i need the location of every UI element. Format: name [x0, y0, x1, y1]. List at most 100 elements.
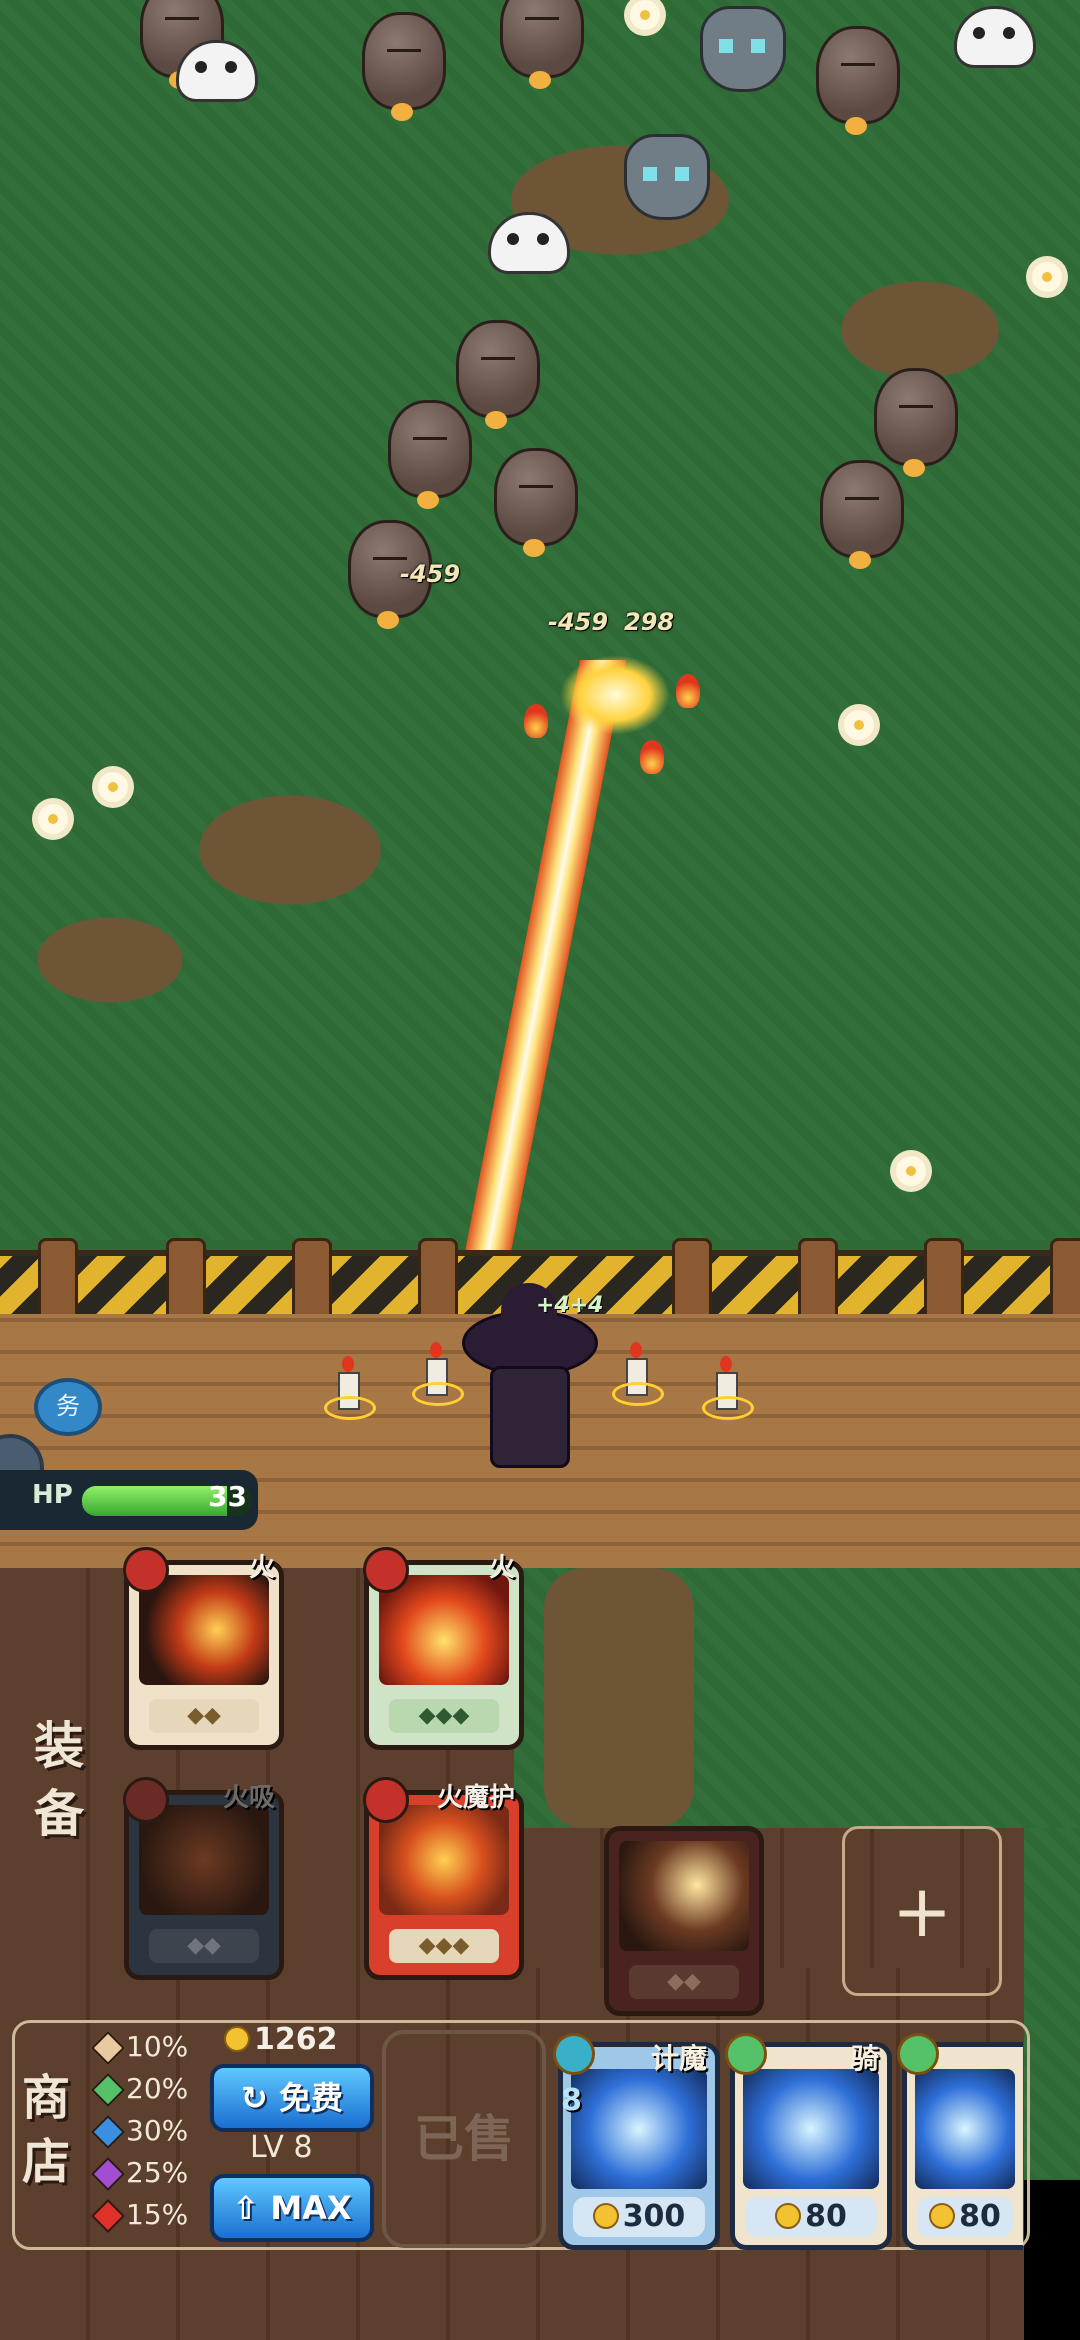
card-stars: ◆◆◆: [389, 1929, 499, 1963]
shop-level: LV 8: [250, 2130, 313, 2165]
upgrade-label: MAX: [270, 2189, 352, 2227]
enemy-cat: [700, 6, 786, 92]
enemy-ghost: [954, 6, 1036, 68]
fire-icon: [123, 1547, 169, 1593]
candle: [324, 1356, 376, 1420]
coin-icon: [775, 2203, 802, 2229]
rate-row: 20%: [91, 2068, 202, 2110]
fire-effect: [640, 740, 664, 774]
flower: [1032, 262, 1062, 292]
card-stars: ◆◆: [149, 1699, 259, 1733]
coin-icon: [224, 2026, 250, 2052]
equipment-title: 装备: [34, 1717, 84, 1843]
grass-strip: [1024, 1828, 1080, 2178]
card-stars: ◆◆: [149, 1929, 259, 1963]
rate-value: 10%: [126, 2030, 189, 2063]
item-level: 8: [561, 2083, 582, 2118]
equipment-card[interactable]: ◆◆: [604, 1826, 764, 2016]
rate-value: 30%: [126, 2114, 189, 2147]
rate-value: 25%: [126, 2156, 189, 2189]
card-name: 火: [248, 1553, 275, 1583]
card-stars: ◆◆◆: [389, 1699, 499, 1733]
equipment-card[interactable]: 火魔护 ◆◆◆: [363, 1777, 524, 1980]
fire-effect: [676, 674, 700, 708]
price-value: 300: [622, 2199, 686, 2234]
item-price[interactable]: 80: [745, 2197, 877, 2237]
enemy-sack-monster: [816, 26, 900, 135]
equipment-card[interactable]: 火 ◆◆◆: [363, 1547, 524, 1750]
ice-weapon-art: [915, 2069, 1015, 2189]
fire-effect: [524, 704, 548, 738]
damage-number: 298: [624, 608, 675, 636]
enemy-sack-monster: [456, 320, 540, 429]
card-name: 火吸: [222, 1783, 275, 1813]
gem-icon: [91, 2199, 125, 2233]
equipment-card[interactable]: 火 ◆◆: [123, 1547, 284, 1750]
flower: [896, 1156, 926, 1186]
rarity-badge: [553, 2033, 595, 2075]
enemy-sack-monster: [500, 0, 584, 89]
upgrade-button[interactable]: ⇧ MAX: [210, 2174, 374, 2242]
impact-burst: [560, 655, 670, 735]
coin-icon: [929, 2203, 956, 2229]
fire-icon: [363, 1547, 409, 1593]
battlefield: -459 -459 298: [0, 0, 1080, 1300]
enemy-cat: [624, 134, 710, 220]
refresh-label: 免费: [278, 2079, 343, 2117]
gem-icon: [91, 2157, 125, 2191]
enemy-sack-monster: [362, 12, 446, 121]
coin-icon: [592, 2203, 619, 2229]
damage-number: -459: [548, 608, 609, 636]
item-price[interactable]: 300: [573, 2197, 705, 2237]
item-price[interactable]: 80: [917, 2197, 1013, 2237]
price-value: 80: [959, 2199, 1001, 2234]
rarity-badge: [725, 2033, 767, 2075]
gem-icon: [91, 2115, 125, 2149]
ice-weapon-art: [743, 2069, 879, 2189]
rarity-badge: [897, 2033, 939, 2075]
shop-item-card[interactable]: 80: [897, 2033, 1023, 2250]
price-value: 80: [805, 2199, 847, 2234]
enemy-sack-monster: [494, 448, 578, 557]
rate-row: 10%: [91, 2026, 202, 2068]
flower: [98, 772, 128, 802]
flower: [630, 0, 660, 30]
player-hud: 务 HP 33: [0, 1340, 260, 1550]
rate-value: 15%: [126, 2198, 189, 2231]
fire-icon: [363, 1777, 409, 1823]
grass-strip: [514, 1568, 1080, 1828]
shop-title: 商店: [22, 2070, 71, 2190]
flower: [844, 710, 874, 740]
candle: [612, 1342, 664, 1406]
ice-weapon-art: [571, 2069, 707, 2189]
hp-value: 33: [208, 1480, 247, 1513]
black-area: [1024, 2180, 1080, 2340]
flower: [38, 804, 68, 834]
equipment-card[interactable]: 火吸 ◆◆: [123, 1777, 284, 1980]
sold-slot: 已售: [382, 2030, 546, 2248]
card-name: 火: [488, 1553, 515, 1583]
shop-item-card[interactable]: 骑 80: [725, 2033, 892, 2250]
candle: [412, 1342, 464, 1406]
coin-value: 1262: [254, 2022, 338, 2057]
add-equipment-slot[interactable]: +: [842, 1826, 1002, 1996]
enemy-ghost: [176, 40, 258, 102]
rate-row: 25%: [91, 2152, 202, 2194]
enemy-sack-monster: [820, 460, 904, 569]
shop-item-card[interactable]: 计魔 8 300: [553, 2033, 720, 2250]
damage-number: -459: [400, 560, 461, 588]
buff-text: +4+4: [536, 1293, 604, 1318]
rate-row: 15%: [91, 2194, 202, 2236]
refresh-icon: ↻: [241, 2079, 279, 2117]
card-name: 火魔护: [436, 1783, 515, 1813]
item-name: 骑: [850, 2042, 879, 2075]
refresh-button[interactable]: ↻ 免费: [210, 2064, 374, 2132]
gem-icon: [91, 2031, 125, 2065]
enemy-sack-monster: [388, 400, 472, 509]
plus-icon: +: [891, 1869, 953, 1953]
skill-icon[interactable]: 务: [34, 1378, 102, 1436]
arrow-up-icon: ⇧: [232, 2189, 271, 2227]
rate-row: 30%: [91, 2110, 202, 2152]
rarity-rates: 10% 20% 30% 25% 15%: [91, 2026, 202, 2236]
enemy-sack-monster: [874, 368, 958, 477]
